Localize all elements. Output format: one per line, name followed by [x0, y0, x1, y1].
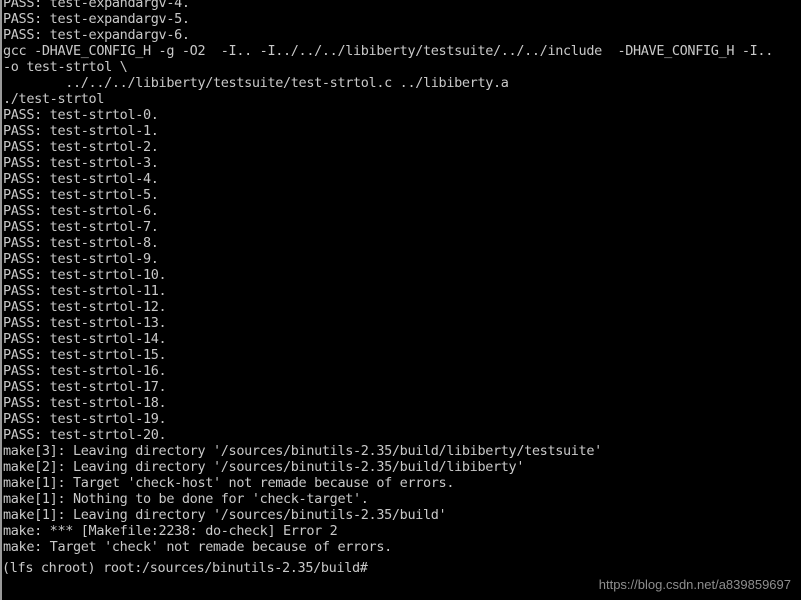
terminal-line: make: Target 'check' not remade because …	[3, 539, 392, 555]
terminal-line: PASS: test-strtol-13.	[3, 315, 167, 331]
terminal-line: PASS: test-expandargv-5.	[3, 11, 190, 27]
terminal-line: PASS: test-strtol-10.	[3, 267, 167, 283]
terminal-line: PASS: test-strtol-6.	[3, 203, 159, 219]
terminal-line: -o test-strtol \	[3, 59, 128, 75]
terminal-line: ../../../libiberty/testsuite/test-strtol…	[3, 75, 509, 91]
terminal-line: PASS: test-strtol-1.	[3, 123, 159, 139]
terminal-output-area: PASS: test-expandargv-4. PASS: test-expan…	[3, 0, 801, 555]
watermark-text: https://blog.csdn.net/a839859697	[598, 577, 791, 592]
terminal-line: PASS: test-expandargv-4.	[3, 0, 190, 11]
terminal-line: PASS: test-strtol-8.	[3, 235, 159, 251]
terminal-line: make[1]: Nothing to be done for 'check-t…	[3, 491, 369, 507]
terminal-line: PASS: test-strtol-20.	[3, 427, 167, 443]
terminal-line: PASS: test-strtol-2.	[3, 139, 159, 155]
terminal-line: PASS: test-strtol-12.	[3, 299, 167, 315]
terminal-line: PASS: test-strtol-15.	[3, 347, 167, 363]
terminal-line: make[2]: Leaving directory '/sources/bin…	[3, 459, 525, 475]
terminal-screen[interactable]: PASS: test-expandargv-4. PASS: test-expan…	[2, 0, 801, 600]
terminal-line: PASS: test-strtol-18.	[3, 395, 167, 411]
window-left-edge	[0, 0, 2, 600]
terminal-line: PASS: test-strtol-9.	[3, 251, 159, 267]
terminal-line: PASS: test-strtol-17.	[3, 379, 167, 395]
terminal-line: make: *** [Makefile:2238: do-check] Erro…	[3, 523, 338, 539]
terminal-line: ./test-strtol	[3, 91, 105, 107]
terminal-line: PASS: test-expandargv-6.	[3, 27, 190, 43]
terminal-line: PASS: test-strtol-0.	[3, 107, 159, 123]
shell-prompt-line[interactable]: (lfs chroot) root:/sources/binutils-2.35…	[2, 560, 801, 576]
terminal-line: PASS: test-strtol-7.	[3, 219, 159, 235]
terminal-line: PASS: test-strtol-14.	[3, 331, 167, 347]
terminal-line: PASS: test-strtol-4.	[3, 171, 159, 187]
terminal-line: gcc -DHAVE_CONFIG_H -g -O2 -I.. -I../../…	[3, 43, 773, 59]
terminal-line: make[3]: Leaving directory '/sources/bin…	[3, 443, 602, 459]
terminal-line: make[1]: Leaving directory '/sources/bin…	[3, 507, 447, 523]
terminal-line: PASS: test-strtol-19.	[3, 411, 167, 427]
terminal-line: PASS: test-strtol-3.	[3, 155, 159, 171]
terminal-line: PASS: test-strtol-5.	[3, 187, 159, 203]
terminal-line: PASS: test-strtol-11.	[3, 283, 167, 299]
terminal-line: PASS: test-strtol-16.	[3, 363, 167, 379]
terminal-window: PASS: test-expandargv-4. PASS: test-expan…	[0, 0, 801, 600]
terminal-line: make[1]: Target 'check-host' not remade …	[3, 475, 455, 491]
